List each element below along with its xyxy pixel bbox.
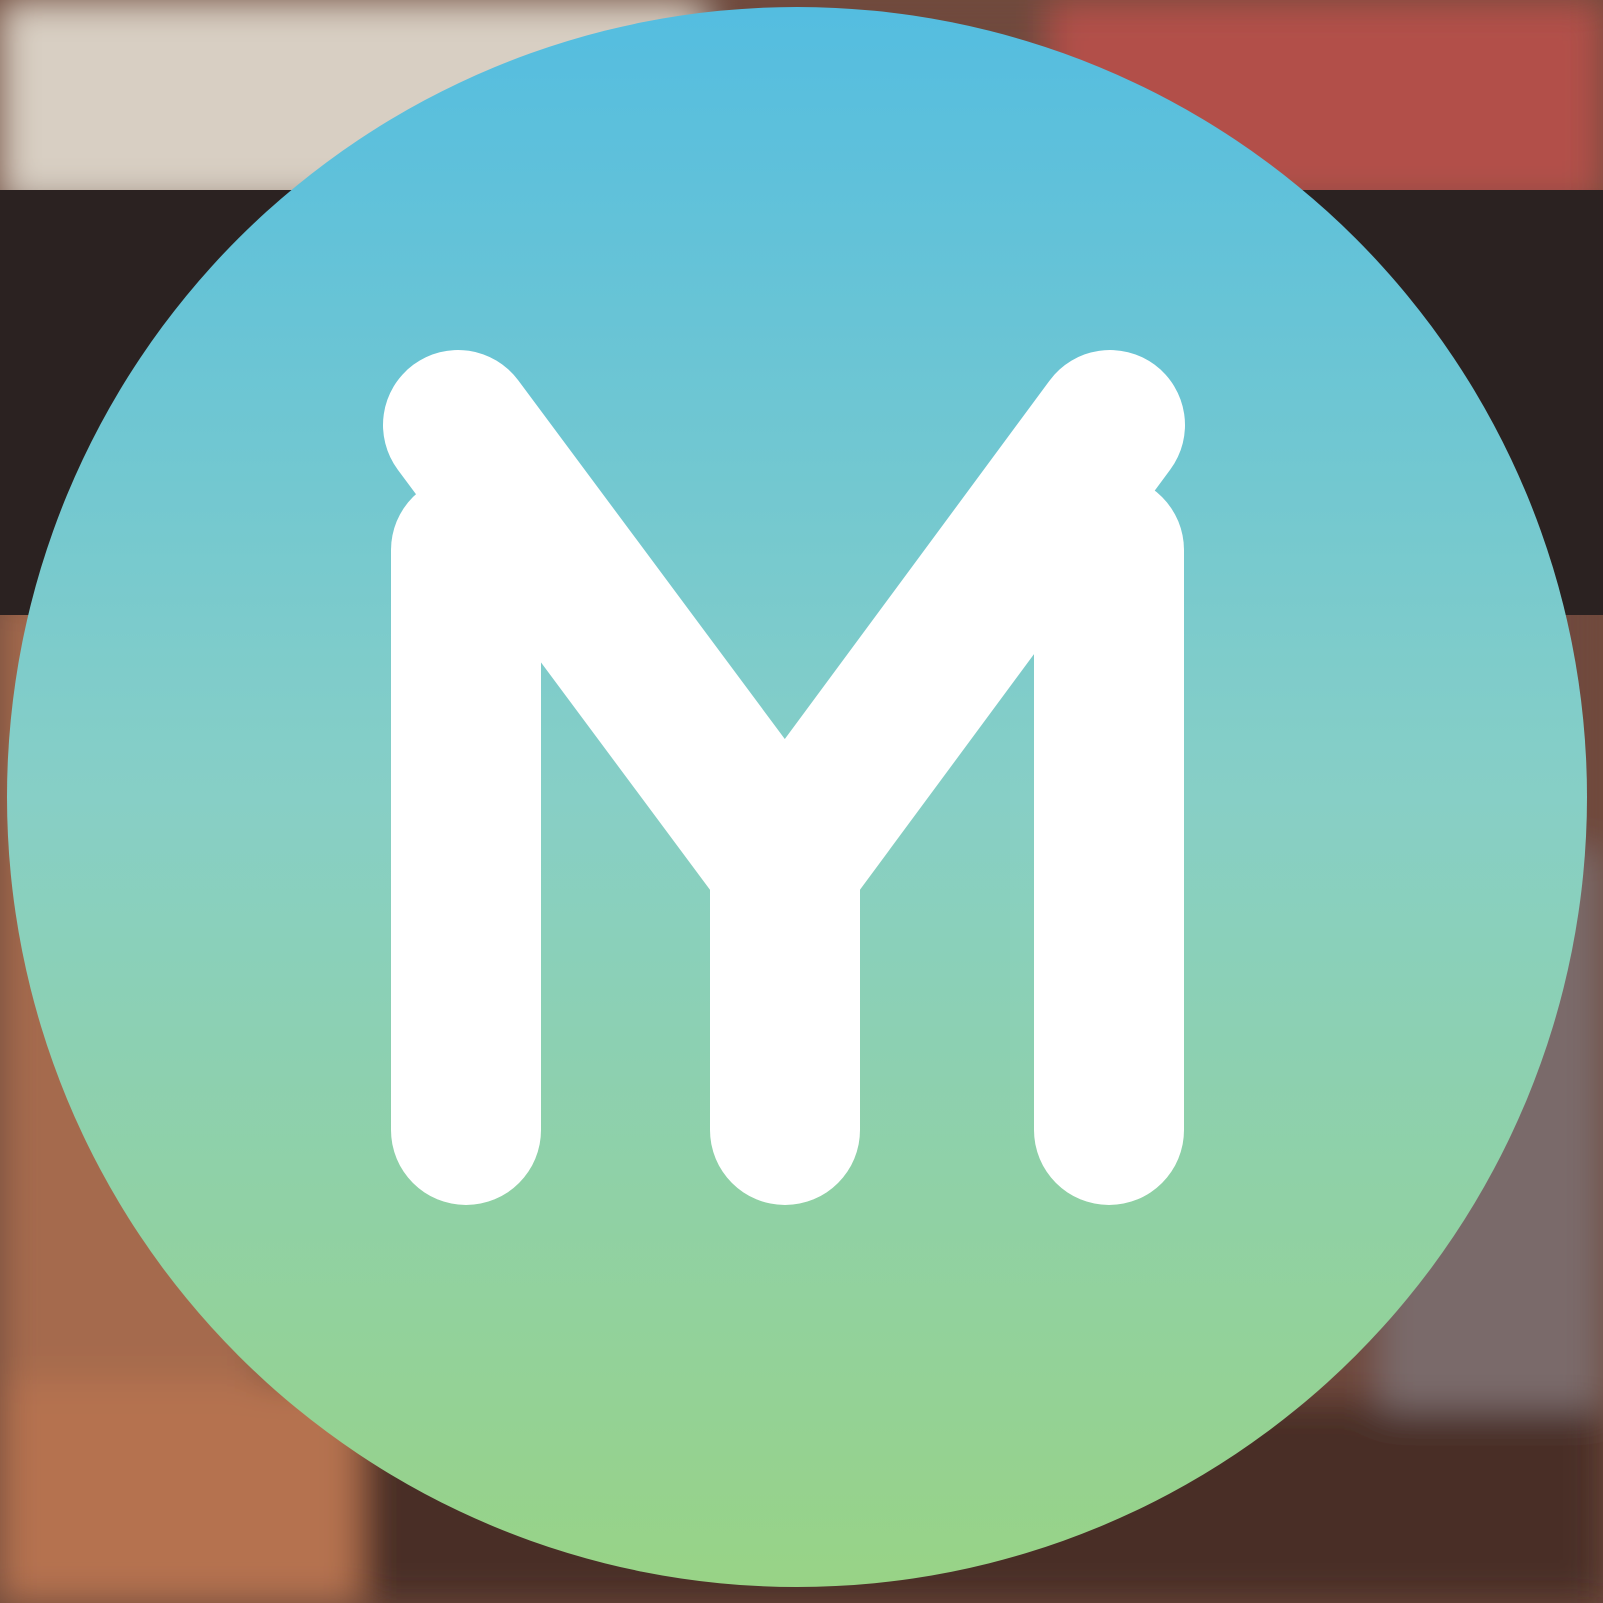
m-monogram-badge-icon (7, 7, 1587, 1587)
image-canvas (0, 0, 1603, 1603)
